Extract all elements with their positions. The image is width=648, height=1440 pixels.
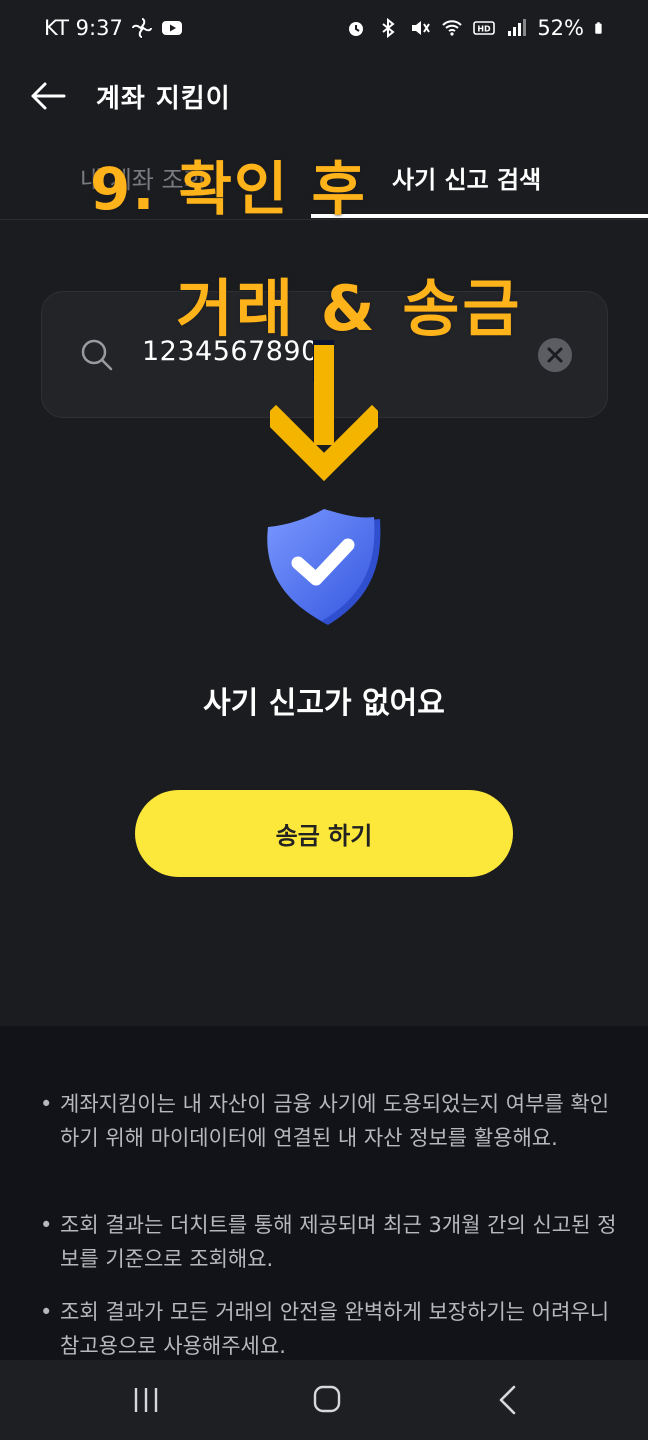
hd-icon: HD bbox=[473, 21, 496, 35]
back-nav-icon[interactable] bbox=[496, 1384, 520, 1416]
shield-check-icon bbox=[267, 509, 381, 625]
clear-button[interactable] bbox=[538, 338, 572, 372]
annotation-step: 9. 확인 후 bbox=[90, 155, 367, 223]
page-title: 계좌 지킴이 bbox=[96, 84, 231, 114]
fan-icon bbox=[131, 18, 152, 38]
recent-apps-icon[interactable] bbox=[132, 1386, 160, 1414]
alarm-icon bbox=[349, 22, 364, 36]
mute-icon bbox=[412, 21, 431, 35]
send-money-button[interactable]: 송금 하기 bbox=[135, 790, 513, 877]
result-message: 사기 신고가 없어요 bbox=[203, 686, 445, 721]
svg-text:HD: HD bbox=[478, 25, 492, 34]
note-text: 조회 결과는 더치트를 통해 제공되며 최근 3개월 간의 신고된 정보를 기준… bbox=[60, 1213, 617, 1271]
search-icon bbox=[81, 339, 113, 371]
status-left: KT 9:37 bbox=[44, 16, 183, 40]
signal-icon bbox=[508, 19, 527, 36]
youtube-icon bbox=[161, 21, 182, 35]
note-text: 계좌지킴이는 내 자산이 금융 사기에 도용되었는지 여부를 확인하기 위해 마… bbox=[60, 1092, 610, 1150]
tab-fraud-search[interactable]: 사기 신고 검색 bbox=[392, 160, 541, 195]
carrier-time: KT 9:37 bbox=[44, 16, 123, 40]
annotation-action: 거래 & 송금 bbox=[176, 272, 523, 345]
bullet-icon: • bbox=[40, 1092, 53, 1116]
home-icon[interactable] bbox=[312, 1384, 342, 1414]
note-item: • 계좌지킴이는 내 자산이 금융 사기에 도용되었는지 여부를 확인하기 위해… bbox=[40, 1087, 620, 1155]
note-text: 조회 결과가 모든 거래의 안전을 완벽하게 보장하기는 어려우니 참고용으로 … bbox=[60, 1300, 610, 1358]
note-item: • 조회 결과는 더치트를 통해 제공되며 최근 3개월 간의 신고된 정보를 … bbox=[40, 1208, 620, 1276]
arrow-left-icon[interactable] bbox=[28, 76, 68, 116]
battery-icon bbox=[595, 22, 602, 34]
battery-percent: 52% bbox=[537, 16, 584, 40]
bluetooth-icon bbox=[382, 17, 395, 39]
bullet-icon: • bbox=[40, 1213, 53, 1237]
bullet-icon: • bbox=[40, 1300, 53, 1324]
status-right: HD 52% bbox=[345, 16, 608, 40]
wifi-icon bbox=[442, 20, 463, 36]
arrow-down-icon bbox=[270, 345, 378, 482]
clear-icon bbox=[547, 347, 563, 363]
note-item: • 조회 결과가 모든 거래의 안전을 완벽하게 보장하기는 어려우니 참고용으… bbox=[40, 1295, 620, 1363]
status-bar: KT 9:37 HD 52% bbox=[0, 0, 648, 60]
